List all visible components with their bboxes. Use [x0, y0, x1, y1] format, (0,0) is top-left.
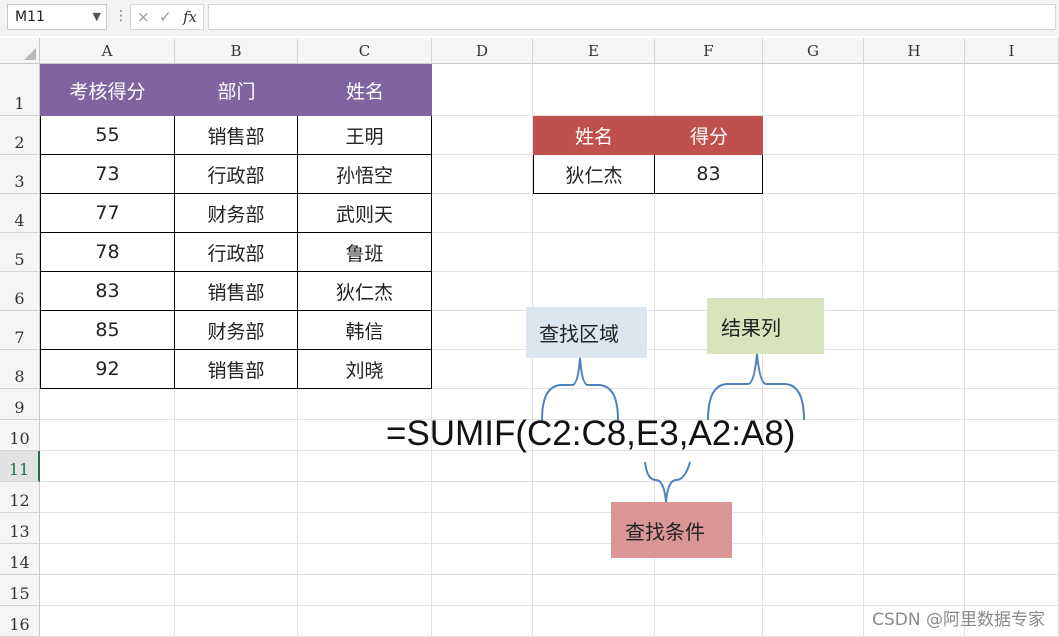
table-cell[interactable]: 财务部	[175, 311, 298, 350]
row-header-10[interactable]: 10	[0, 420, 40, 451]
table-cell[interactable]: 55	[40, 116, 175, 155]
row-header-8[interactable]: 8	[0, 350, 40, 389]
column-header-e[interactable]: E	[533, 38, 655, 64]
column-header-h[interactable]: H	[864, 38, 965, 64]
name-box-value: M11	[15, 9, 45, 25]
enter-icon[interactable]: ✓	[159, 5, 172, 29]
column-header-a[interactable]: A	[40, 38, 175, 64]
criteria-label: 查找条件	[611, 502, 732, 558]
formula-bar: M11 ▼ ⋮ × ✓ fx	[0, 0, 1059, 36]
row-header-2[interactable]: 2	[0, 116, 40, 155]
table-cell[interactable]: 73	[40, 155, 175, 194]
more-options-icon[interactable]: ⋮	[114, 8, 128, 24]
row-number: 9	[14, 398, 25, 417]
result-column-text: 结果列	[721, 315, 781, 340]
table-cell[interactable]: 韩信	[298, 311, 432, 350]
row-number: 16	[9, 615, 30, 634]
row-number: 4	[14, 211, 25, 230]
row-header-12[interactable]: 12	[0, 482, 40, 513]
row-header-15[interactable]: 15	[0, 575, 40, 606]
column-header-c[interactable]: C	[298, 38, 432, 64]
table-header-cell[interactable]: 考核得分	[40, 64, 175, 116]
row-header-7[interactable]: 7	[0, 311, 40, 350]
column-header-g[interactable]: G	[763, 38, 864, 64]
table-cell[interactable]: 孙悟空	[298, 155, 432, 194]
table-cell[interactable]: 78	[40, 233, 175, 272]
table-cell[interactable]: 王明	[298, 116, 432, 155]
row-header-6[interactable]: 6	[0, 272, 40, 311]
row-header-1[interactable]: 1	[0, 64, 40, 116]
lookup-cell[interactable]: 狄仁杰	[533, 155, 655, 194]
table-cell[interactable]: 行政部	[175, 233, 298, 272]
table-cell[interactable]: 狄仁杰	[298, 272, 432, 311]
row-header-13[interactable]: 13	[0, 513, 40, 544]
lookup-cell[interactable]: 83	[655, 155, 763, 194]
formula-input[interactable]	[208, 4, 1056, 30]
row-header-9[interactable]: 9	[0, 389, 40, 420]
cancel-icon[interactable]: ×	[137, 5, 150, 29]
table-cell[interactable]: 92	[40, 350, 175, 389]
watermark: CSDN @阿里数据专家	[872, 610, 1045, 630]
result-column-label: 结果列	[707, 298, 824, 354]
row-number: 12	[9, 491, 30, 510]
table-cell[interactable]: 行政部	[175, 155, 298, 194]
row-header-16[interactable]: 16	[0, 606, 40, 637]
row-number: 6	[14, 289, 25, 308]
name-box[interactable]: M11 ▼	[7, 4, 107, 30]
column-header-d[interactable]: D	[432, 38, 533, 64]
row-number: 13	[9, 522, 30, 541]
table-cell[interactable]: 销售部	[175, 350, 298, 389]
table-cell[interactable]: 刘晓	[298, 350, 432, 389]
select-all-button[interactable]	[0, 38, 40, 64]
search-range-label: 查找区域	[526, 307, 647, 358]
formula-buttons: × ✓ fx	[130, 4, 204, 30]
search-range-text: 查找区域	[539, 322, 619, 346]
table-cell[interactable]: 武则天	[298, 194, 432, 233]
row-number: 14	[9, 553, 30, 572]
chevron-down-icon[interactable]: ▼	[93, 5, 101, 29]
column-header-f[interactable]: F	[655, 38, 763, 64]
row-number: 5	[14, 250, 25, 269]
row-header-11[interactable]: 11	[0, 451, 40, 482]
row-number: 11	[8, 460, 30, 479]
table-cell[interactable]: 85	[40, 311, 175, 350]
table-cell[interactable]: 销售部	[175, 272, 298, 311]
row-header-14[interactable]: 14	[0, 544, 40, 575]
row-number: 1	[14, 94, 25, 113]
sumif-formula: =SUMIF(C2:C8,E3,A2:A8)	[386, 414, 796, 453]
insert-function-icon[interactable]: fx	[183, 5, 197, 29]
table-header-cell[interactable]: 部门	[175, 64, 298, 116]
row-header-5[interactable]: 5	[0, 233, 40, 272]
column-header-i[interactable]: I	[965, 38, 1059, 64]
column-header-b[interactable]: B	[175, 38, 298, 64]
row-header-3[interactable]: 3	[0, 155, 40, 194]
row-number: 15	[9, 584, 30, 603]
row-header-4[interactable]: 4	[0, 194, 40, 233]
lookup-header-cell[interactable]: 得分	[655, 116, 763, 155]
table-cell[interactable]: 77	[40, 194, 175, 233]
lookup-header-cell[interactable]: 姓名	[533, 116, 655, 155]
table-cell[interactable]: 财务部	[175, 194, 298, 233]
table-cell[interactable]: 销售部	[175, 116, 298, 155]
table-cell[interactable]: 鲁班	[298, 233, 432, 272]
table-header-cell[interactable]: 姓名	[298, 64, 432, 116]
row-number: 7	[14, 328, 25, 347]
row-number: 3	[14, 172, 25, 191]
row-number: 10	[9, 429, 30, 448]
table-cell[interactable]: 83	[40, 272, 175, 311]
row-number: 2	[14, 133, 25, 152]
row-number: 8	[14, 367, 25, 386]
criteria-text: 查找条件	[625, 519, 705, 544]
